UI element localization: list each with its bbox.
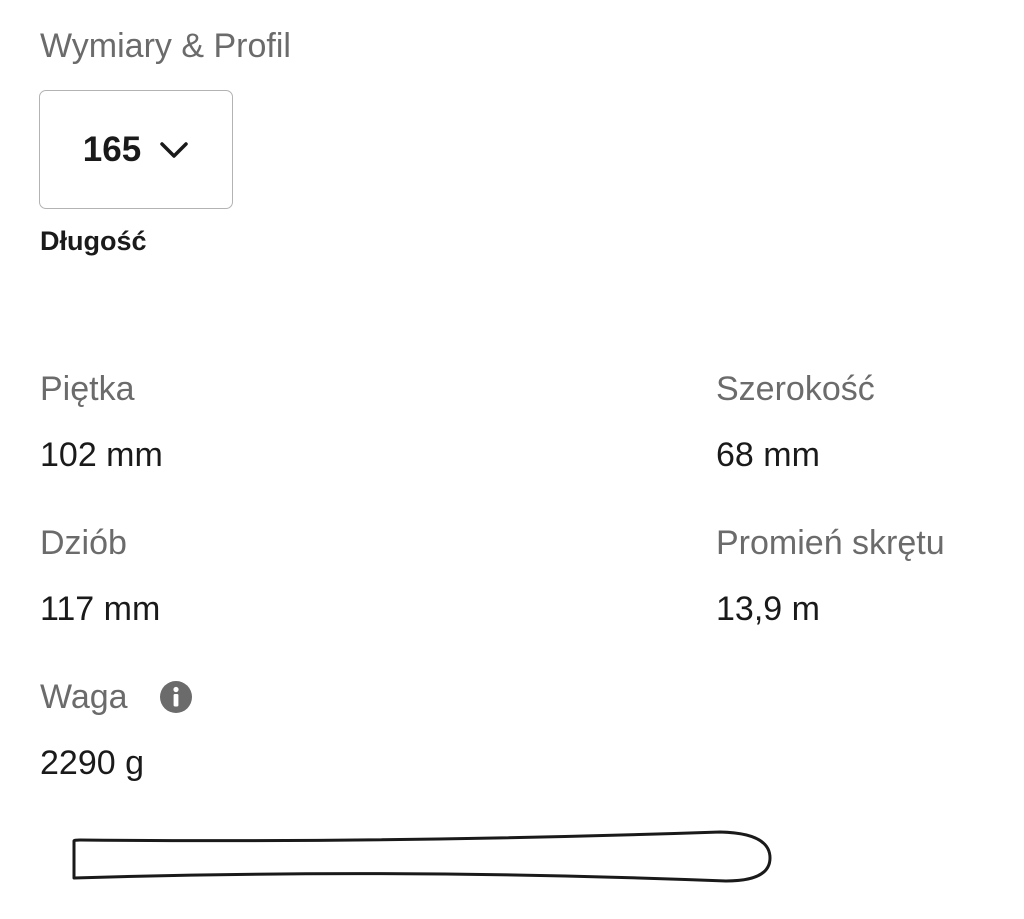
length-caption: Długość [40,226,147,256]
ski-outline-icon [72,830,772,883]
spec-waist: Szerokość 68 mm [716,368,875,476]
spec-radius-value: 13,9 m [716,590,820,628]
spec-tail: Piętka 102 mm [40,368,163,476]
length-selected-value: 165 [82,129,142,169]
spec-waist-label: Szerokość [716,370,875,408]
spec-radius: Promień skrętu 13,9 m [716,522,945,630]
spec-tip: Dziób 117 mm [40,522,160,630]
spec-radius-label: Promień skrętu [716,524,945,562]
spec-tail-label: Piętka [40,370,135,408]
info-icon[interactable] [159,681,192,713]
spec-weight-label-row: Waga [40,676,192,718]
length-dropdown[interactable]: 165 [39,90,233,209]
spec-tip-value: 117 mm [40,590,161,628]
spec-weight: Waga 2290 g [40,676,192,784]
spec-weight-label: Waga [40,678,128,716]
spec-tail-value: 102 mm [40,436,163,474]
spec-weight-value: 2290 g [40,744,144,782]
section-title: Wymiary & Profil [40,27,291,65]
spec-waist-value: 68 mm [716,436,820,474]
chevron-down-icon [160,141,188,158]
spec-tip-label: Dziób [40,524,127,562]
